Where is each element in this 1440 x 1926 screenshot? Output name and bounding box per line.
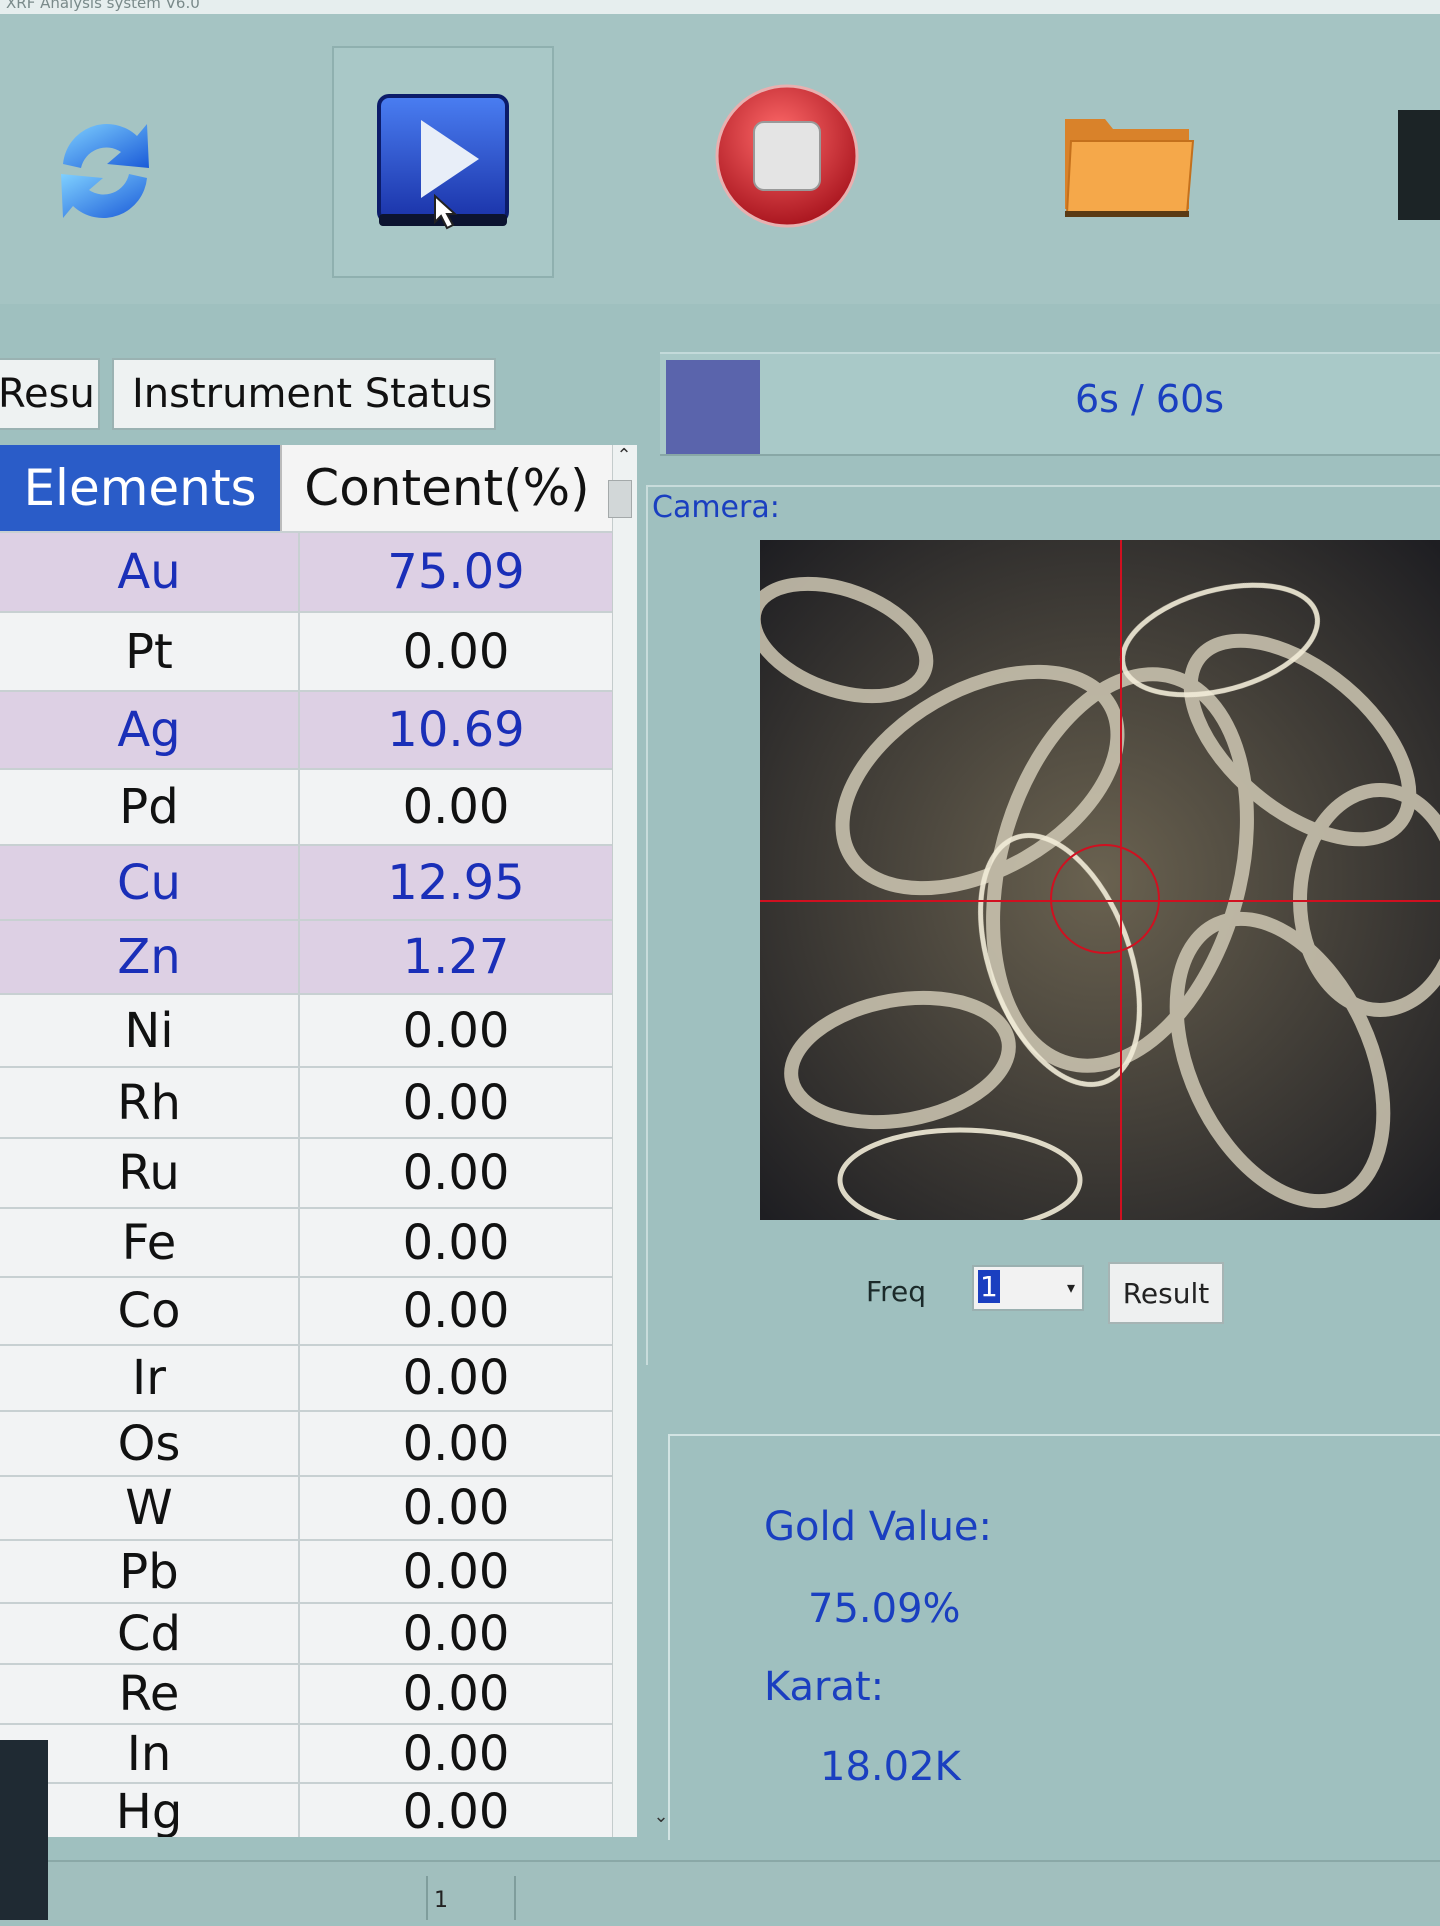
refresh-icon: [61, 124, 149, 218]
karat-value: 18.02K: [820, 1744, 961, 1790]
element-symbol: Cd: [0, 1604, 300, 1663]
status-bar-cell: 1: [426, 1876, 516, 1920]
refresh-button[interactable]: [40, 96, 170, 246]
open-folder-button[interactable]: [1056, 96, 1202, 226]
element-symbol: Os: [0, 1412, 300, 1475]
progress-fill: [666, 360, 760, 454]
tab-result[interactable]: Result: [0, 358, 100, 430]
table-row[interactable]: W 0.00: [0, 1475, 612, 1539]
element-content-value: 0.00: [402, 779, 510, 835]
element-content-value: 0.00: [402, 1145, 510, 1201]
stop-icon: [715, 84, 859, 228]
chevron-down-icon[interactable]: ▾: [1060, 1268, 1082, 1308]
camera-label: Camera:: [652, 490, 786, 525]
element-content-value: 0.00: [402, 1214, 510, 1271]
element-content-value: 0.00: [402, 1725, 510, 1782]
element-symbol: Fe: [0, 1209, 300, 1276]
element-content-value: 0.00: [402, 1666, 510, 1722]
progress-time-label: 6s / 60s: [1075, 377, 1225, 421]
element-symbol: Ru: [0, 1139, 300, 1207]
element-symbol: Ir: [0, 1346, 300, 1410]
element-symbol: Ag: [0, 692, 300, 768]
gold-value-label: Gold Value:: [764, 1504, 993, 1550]
element-content-table: Elements Content(%) Au 75.09 Pt 0.00 Ag 10.69…: [0, 445, 612, 1837]
table-row[interactable]: Ir 0.00: [0, 1344, 612, 1410]
table-row[interactable]: Ag 10.69: [0, 690, 612, 768]
element-content-value: 10.69: [387, 702, 525, 758]
table-scrollbar[interactable]: [612, 445, 637, 1837]
table-row[interactable]: Ni 0.00: [0, 993, 612, 1066]
tab-instrument-status[interactable]: Instrument Status: [112, 358, 496, 430]
freq-label: Freq: [866, 1275, 926, 1308]
folder-icon: [1065, 119, 1195, 217]
karat-label: Karat:: [764, 1664, 885, 1710]
element-symbol: Rh: [0, 1068, 300, 1137]
results-panel: [668, 1434, 1440, 1840]
element-content-value: 0.00: [402, 1605, 510, 1662]
element-content-value: 0.00: [402, 1415, 510, 1472]
status-bar: [0, 1860, 1440, 1922]
element-content-value: 0.00: [402, 1350, 510, 1406]
title-bar: XRF Analysis system V6.0: [0, 0, 1440, 14]
start-button[interactable]: [332, 46, 554, 278]
table-row[interactable]: In 0.00: [0, 1723, 612, 1782]
element-content-value: 0.00: [402, 1283, 510, 1339]
table-row[interactable]: Pd 0.00: [0, 768, 612, 844]
element-symbol: Zn: [0, 921, 300, 993]
table-row[interactable]: Pt 0.00: [0, 611, 612, 690]
save-button[interactable]: [1398, 110, 1440, 220]
freq-selected-value: 1: [978, 1270, 1000, 1303]
element-symbol: Ni: [0, 995, 300, 1066]
element-content-value: 0.00: [402, 1480, 510, 1536]
monitor-bezel: [0, 1740, 48, 1920]
element-content-value: 1.27: [402, 929, 510, 985]
table-row[interactable]: Cu 12.95: [0, 844, 612, 919]
measurement-progress-bar: [660, 352, 1440, 456]
table-row[interactable]: Hg 0.00: [0, 1782, 612, 1837]
element-content-value: 0.00: [402, 1543, 510, 1600]
scroll-up-icon[interactable]: ⌃: [612, 445, 636, 475]
column-header-elements[interactable]: Elements: [0, 445, 280, 531]
element-symbol: Pd: [0, 770, 300, 844]
table-row[interactable]: Ru 0.00: [0, 1137, 612, 1207]
element-content-value: 75.09: [387, 544, 525, 600]
column-header-content[interactable]: Content(%): [280, 445, 612, 531]
result-button[interactable]: Result: [1108, 1262, 1224, 1324]
table-row[interactable]: Co 0.00: [0, 1276, 612, 1344]
crosshair-target-circle: [1050, 844, 1160, 954]
element-content-value: 0.00: [402, 1074, 510, 1131]
table-row[interactable]: Os 0.00: [0, 1410, 612, 1475]
play-icon: [377, 94, 509, 230]
element-content-value: 0.00: [402, 623, 510, 680]
element-content-value: 0.00: [402, 1784, 510, 1837]
table-row[interactable]: Au 75.09: [0, 531, 612, 611]
table-row[interactable]: Fe 0.00: [0, 1207, 612, 1276]
table-row[interactable]: Re 0.00: [0, 1663, 612, 1723]
table-row[interactable]: Zn 1.27: [0, 919, 612, 993]
element-symbol: Re: [0, 1665, 300, 1723]
element-content-value: 12.95: [387, 854, 525, 911]
table-row[interactable]: Rh 0.00: [0, 1066, 612, 1137]
table-row[interactable]: Pb 0.00: [0, 1539, 612, 1602]
element-content-value: 0.00: [402, 1002, 510, 1059]
element-symbol: Pb: [0, 1541, 300, 1602]
gold-value: 75.09%: [808, 1586, 961, 1632]
window-title: XRF Analysis system V6.0: [6, 0, 200, 12]
element-symbol: Au: [0, 533, 300, 611]
scroll-thumb[interactable]: [608, 480, 632, 518]
element-symbol: Pt: [0, 613, 300, 690]
element-symbol: W: [0, 1477, 300, 1539]
table-row[interactable]: Cd 0.00: [0, 1602, 612, 1663]
stop-button[interactable]: [712, 76, 862, 236]
element-symbol: Co: [0, 1278, 300, 1344]
element-symbol: Cu: [0, 846, 300, 919]
